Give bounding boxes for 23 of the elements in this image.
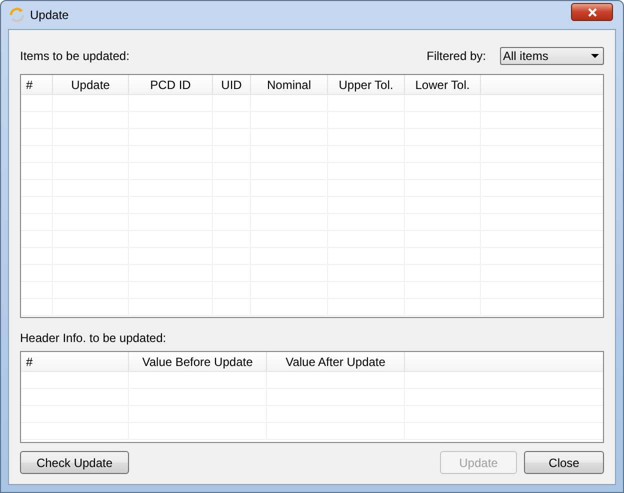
- filter-dropdown[interactable]: All items: [500, 47, 604, 65]
- close-icon: [588, 8, 596, 16]
- refresh-icon: [8, 6, 26, 24]
- column-header[interactable]: Value After Update: [267, 352, 405, 371]
- column-header[interactable]: UID: [213, 75, 251, 94]
- dialog-button[interactable]: Check Update: [20, 451, 129, 474]
- column-header[interactable]: Value Before Update: [129, 352, 267, 371]
- dropdown-arrow-icon: [591, 54, 599, 58]
- section-label: Header Info. to be updated:: [20, 331, 166, 345]
- data-grid[interactable]: # Update PCD ID UID Nominal Upper Tol. Lower Tol.: [20, 74, 604, 318]
- column-header[interactable]: Lower Tol.: [405, 75, 481, 94]
- column-header[interactable]: PCD ID: [129, 75, 213, 94]
- data-grid[interactable]: # Value Before Update Value After Update: [20, 351, 604, 443]
- close-button[interactable]: [571, 3, 613, 21]
- column-header[interactable]: #: [21, 352, 129, 371]
- dialog-button[interactable]: Close: [524, 451, 604, 474]
- column-header[interactable]: Upper Tol.: [328, 75, 405, 94]
- column-header[interactable]: #: [21, 75, 53, 94]
- column-header[interactable]: Update: [53, 75, 129, 94]
- filter-label: Filtered by:: [426, 49, 486, 63]
- window-title: Update: [30, 8, 69, 22]
- column-header[interactable]: Nominal: [251, 75, 328, 94]
- section-label: Items to be updated:: [20, 49, 130, 63]
